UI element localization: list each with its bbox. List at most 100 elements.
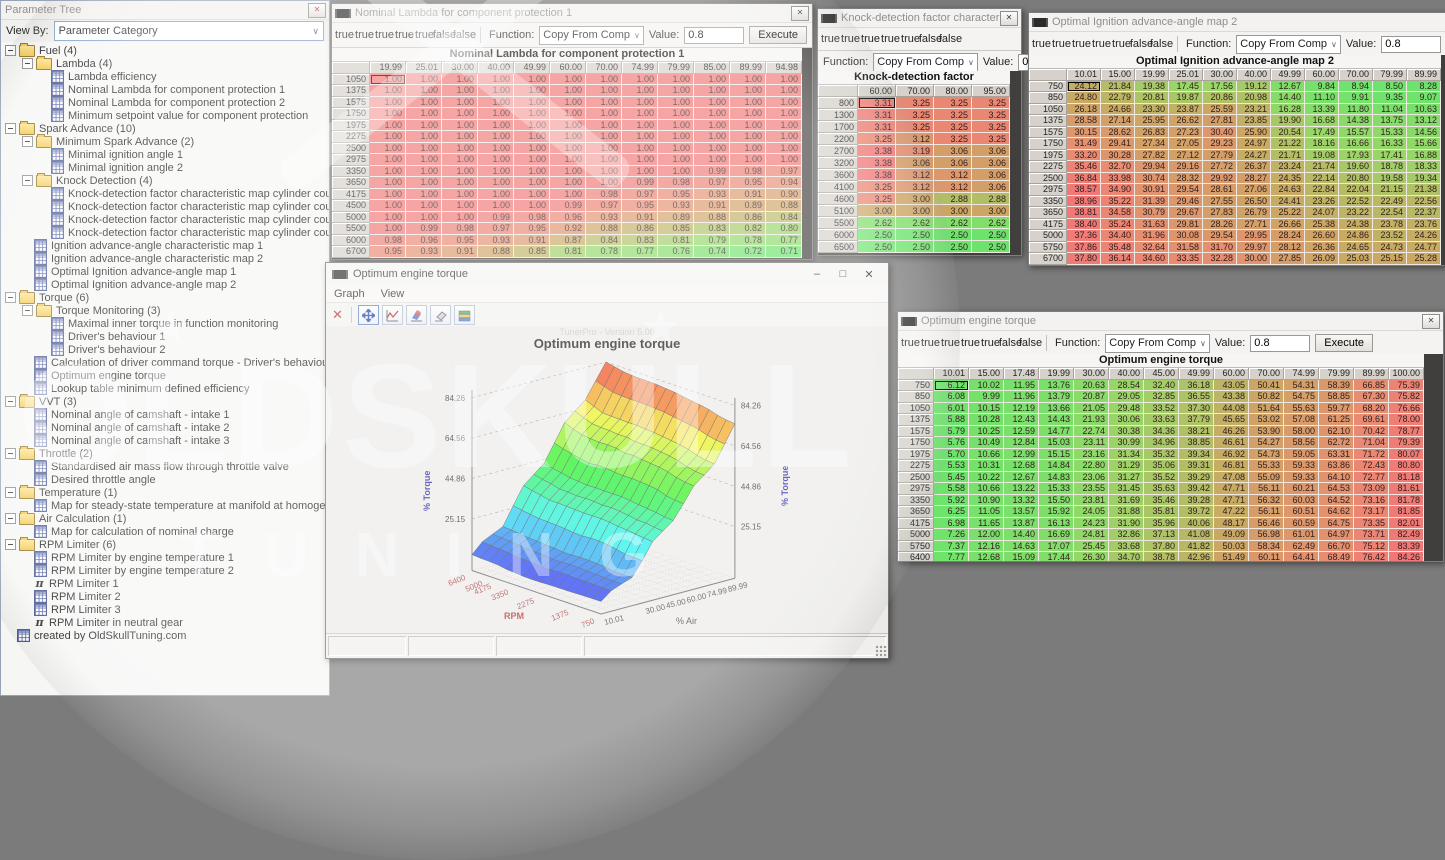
map-cell[interactable]: 73.09 xyxy=(1354,483,1389,495)
map-cell[interactable]: 36.18 xyxy=(1179,380,1214,392)
map-cell[interactable]: 35.24 xyxy=(1101,219,1135,231)
map-cell[interactable]: 1.00 xyxy=(586,74,622,86)
row-header[interactable]: 1975 xyxy=(1029,150,1067,162)
map-cell[interactable]: 25.03 xyxy=(1339,253,1373,265)
map-cell[interactable]: 1.00 xyxy=(514,85,550,97)
map-cell[interactable]: 1.00 xyxy=(730,120,766,132)
map-cell[interactable]: 28.12 xyxy=(1271,242,1305,254)
map-cell[interactable]: 3.06 xyxy=(972,169,1010,181)
map-cell[interactable]: 19.90 xyxy=(1271,115,1305,127)
map-cell[interactable]: 1.00 xyxy=(514,154,550,166)
map-cell[interactable]: 1.00 xyxy=(406,131,442,143)
map-cell[interactable]: 0.91 xyxy=(442,246,478,258)
map-cell[interactable]: 10.28 xyxy=(969,414,1004,426)
map-cell[interactable]: 5.88 xyxy=(934,414,969,426)
map-cell[interactable]: 71.72 xyxy=(1354,449,1389,461)
map-cell[interactable]: 30.08 xyxy=(1169,230,1203,242)
col-header[interactable]: 74.99 xyxy=(622,62,658,74)
map-cell[interactable]: 1.00 xyxy=(370,189,406,201)
map-cell[interactable]: 3.25 xyxy=(934,109,972,121)
map-cell[interactable]: 22.74 xyxy=(1074,426,1109,438)
map-cell[interactable]: 0.78 xyxy=(586,246,622,258)
map-cell[interactable]: 22.04 xyxy=(1339,184,1373,196)
map-cell[interactable]: 23.81 xyxy=(1074,495,1109,507)
map-cell[interactable]: 15.03 xyxy=(1039,437,1074,449)
tree-item[interactable]: Minimal ignition angle 2 xyxy=(1,161,329,174)
map-cell[interactable]: 0.95 xyxy=(442,235,478,247)
map-cell[interactable]: 30.15 xyxy=(1067,127,1101,139)
map-cell[interactable]: 0.95 xyxy=(730,177,766,189)
map-cell[interactable]: 75.12 xyxy=(1354,541,1389,553)
map-cell[interactable]: 29.94 xyxy=(1135,161,1169,173)
col-header[interactable]: 15.00 xyxy=(969,368,1004,380)
map-cell[interactable]: 47.71 xyxy=(1214,483,1249,495)
map-cell[interactable]: 50.03 xyxy=(1214,541,1249,553)
map-cell[interactable]: 46.61 xyxy=(1214,437,1249,449)
map-cell[interactable]: 22.49 xyxy=(1373,196,1407,208)
map-cell[interactable]: 0.74 xyxy=(694,246,730,258)
map-cell[interactable]: 30.38 xyxy=(1109,426,1144,438)
close-button[interactable]: ✕ xyxy=(1422,314,1440,329)
graph-titlebar[interactable]: Optimum engine torque – □ ✕ xyxy=(326,263,888,285)
col-header[interactable]: 30.00 xyxy=(1203,69,1237,81)
map-cell[interactable]: 7.26 xyxy=(934,529,969,541)
map-cell[interactable]: 34.70 xyxy=(1109,552,1144,561)
map-cell[interactable]: 73.71 xyxy=(1354,529,1389,541)
map-cell[interactable]: 24.66 xyxy=(1101,104,1135,116)
map-cell[interactable]: 1.00 xyxy=(370,223,406,235)
map-cell[interactable]: 0.90 xyxy=(766,189,802,201)
row-header[interactable]: 5750 xyxy=(1029,242,1067,254)
delete-icon[interactable]: true xyxy=(843,32,858,47)
tree-item[interactable]: πRPM Limiter in neutral gear xyxy=(1,616,329,629)
map-cell[interactable]: 60.11 xyxy=(1249,552,1284,561)
map-cell[interactable]: 27.55 xyxy=(1203,196,1237,208)
map-cell[interactable]: 6.08 xyxy=(934,391,969,403)
map-cell[interactable]: 19.38 xyxy=(1135,81,1169,93)
map-cell[interactable]: 14.40 xyxy=(1004,529,1039,541)
map-cell[interactable]: 39.31 xyxy=(1179,460,1214,472)
map-cell[interactable]: 58.56 xyxy=(1284,437,1319,449)
map-cell[interactable]: 23.87 xyxy=(1169,104,1203,116)
scale-icon[interactable]: true xyxy=(397,28,412,43)
map-cell[interactable]: 39.34 xyxy=(1179,449,1214,461)
map-cell[interactable]: 30.79 xyxy=(1135,207,1169,219)
map-cell[interactable]: 0.87 xyxy=(550,235,586,247)
map-cell[interactable]: 1.00 xyxy=(478,131,514,143)
map-cell[interactable]: 54.73 xyxy=(1249,449,1284,461)
map-cell[interactable]: 27.71 xyxy=(1237,219,1271,231)
map-cell[interactable]: 17.93 xyxy=(1339,150,1373,162)
map-cell[interactable]: 1.00 xyxy=(370,212,406,224)
close-icon[interactable]: ✕ xyxy=(308,3,326,18)
map-cell[interactable]: 60.59 xyxy=(1284,518,1319,530)
map-cell[interactable]: 38.57 xyxy=(1067,184,1101,196)
map-cell[interactable]: 30.74 xyxy=(1135,173,1169,185)
map-cell[interactable]: 81.61 xyxy=(1389,483,1424,495)
tree-item[interactable]: Lookup table minimum defined efficiency xyxy=(1,382,329,395)
map-cell[interactable]: 34.40 xyxy=(1101,230,1135,242)
map-cell[interactable]: 17.56 xyxy=(1203,81,1237,93)
row-header[interactable]: 1375 xyxy=(898,414,934,426)
map-cell[interactable]: 82.01 xyxy=(1389,518,1424,530)
map-cell[interactable]: 1.00 xyxy=(478,97,514,109)
map-cell[interactable]: 22.79 xyxy=(1101,92,1135,104)
map-cell[interactable]: 1.00 xyxy=(730,74,766,86)
map-cell[interactable]: 33.52 xyxy=(1144,403,1179,415)
map-cell[interactable]: 70.42 xyxy=(1354,426,1389,438)
tree-item[interactable]: Nominal angle of camshaft - intake 2 xyxy=(1,421,329,434)
map-cell[interactable]: 0.88 xyxy=(586,223,622,235)
row-header[interactable]: 4175 xyxy=(1029,219,1067,231)
row-header[interactable]: 3650 xyxy=(332,177,370,189)
map-cell[interactable]: 14.40 xyxy=(1271,92,1305,104)
map-cell[interactable]: 1.00 xyxy=(550,189,586,201)
tree-item[interactable]: RPM Limiter (6) xyxy=(1,538,329,551)
map-cell[interactable]: 0.93 xyxy=(658,200,694,212)
map-cell[interactable]: 29.54 xyxy=(1169,184,1203,196)
map-cell[interactable]: 1.00 xyxy=(478,166,514,178)
map-cell[interactable]: 0.99 xyxy=(550,200,586,212)
map-cell[interactable]: 43.38 xyxy=(1214,391,1249,403)
map-cell[interactable]: 20.63 xyxy=(1074,380,1109,392)
map-cell[interactable]: 1.00 xyxy=(622,143,658,155)
map-cell[interactable]: 33.63 xyxy=(1144,414,1179,426)
row-header[interactable]: 2200 xyxy=(818,133,858,145)
map-cell[interactable]: 13.22 xyxy=(1004,483,1039,495)
